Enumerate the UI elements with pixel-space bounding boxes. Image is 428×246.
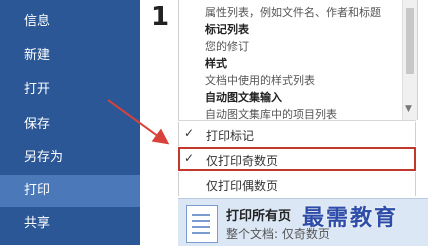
brand-watermark: 最需教育 (302, 206, 399, 231)
